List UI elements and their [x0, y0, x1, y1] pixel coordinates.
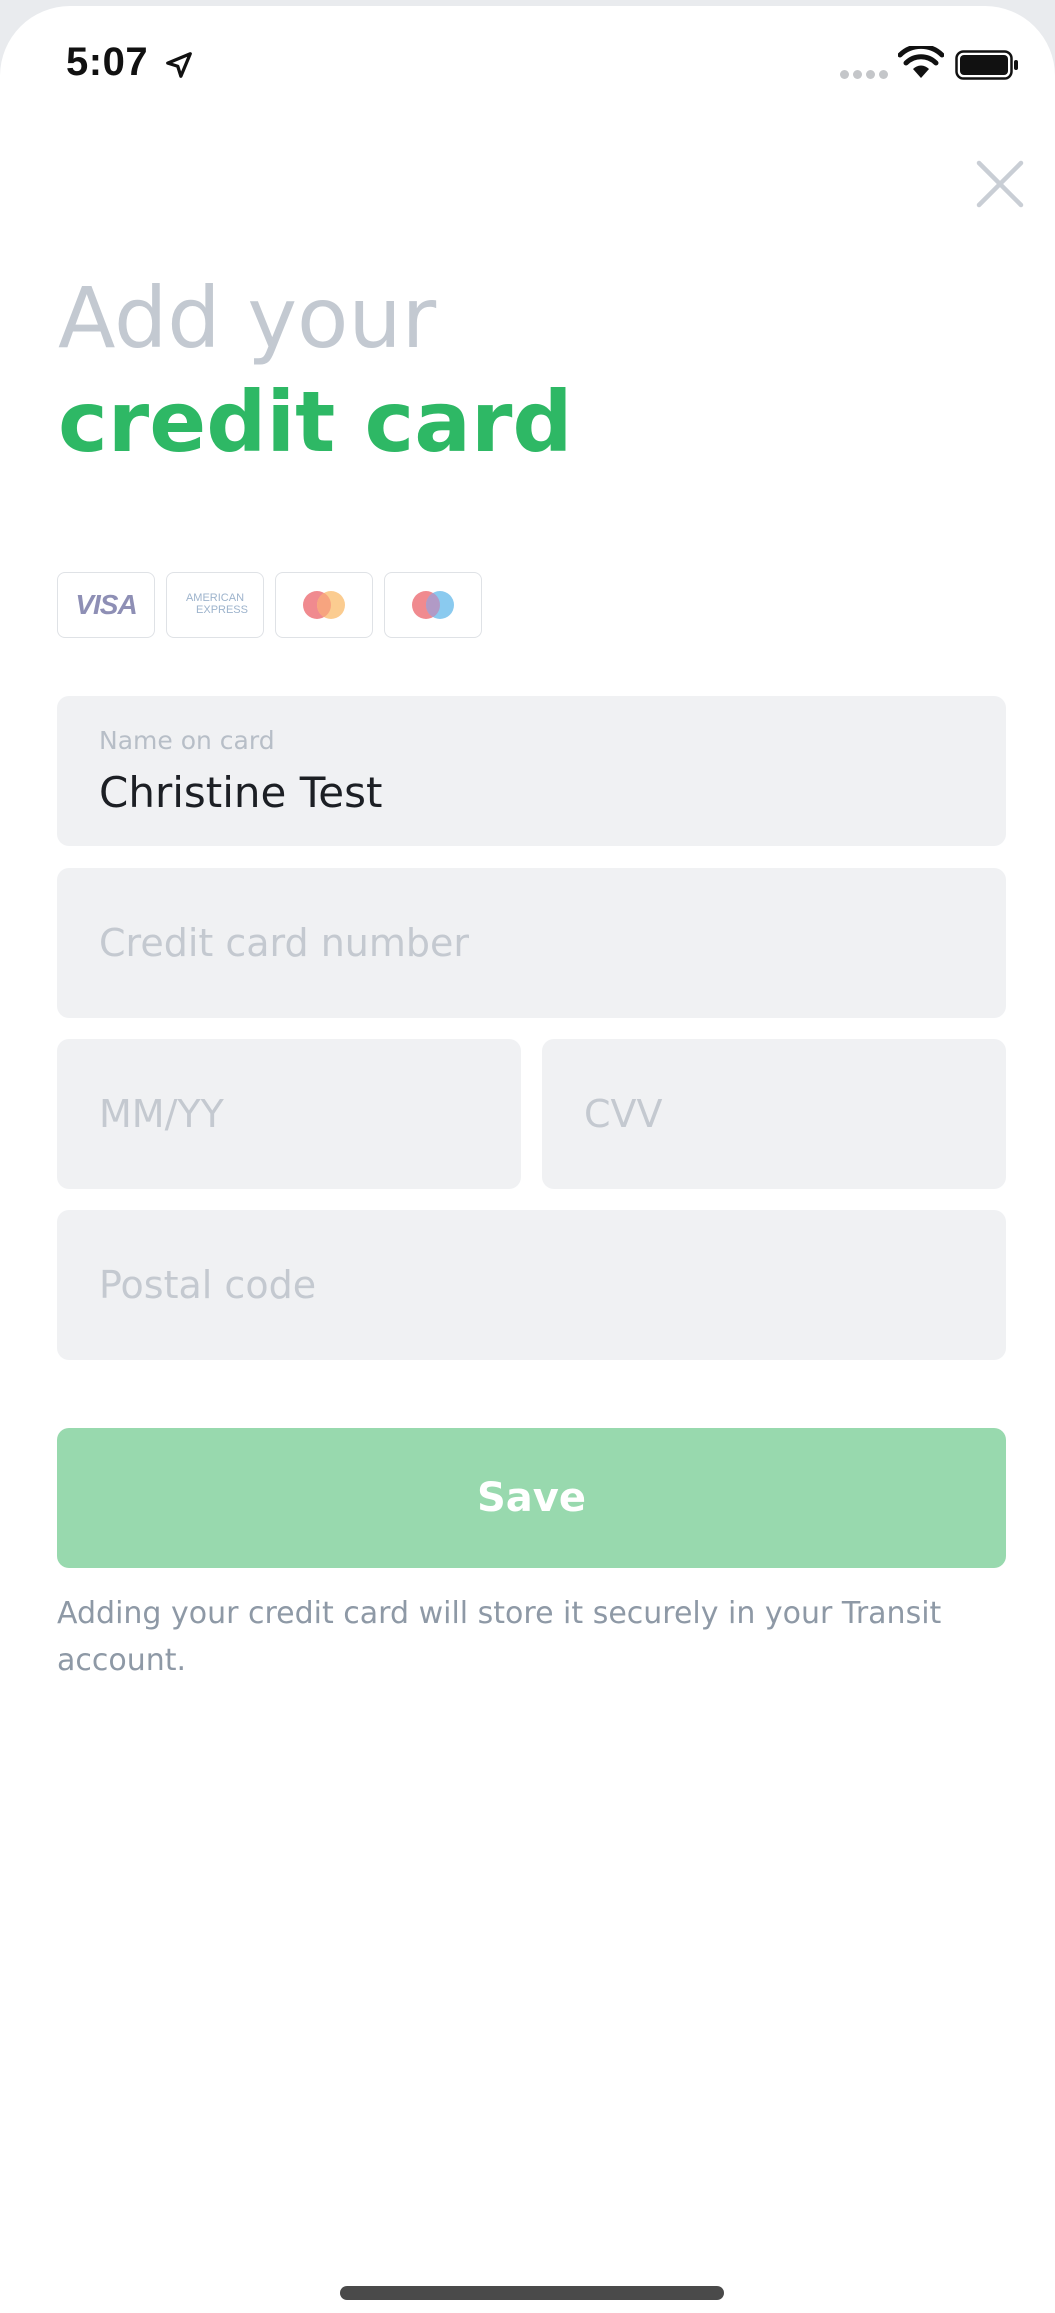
visa-logo-text: VISA — [75, 589, 137, 620]
close-icon[interactable] — [974, 158, 1026, 210]
expiry-field[interactable]: MM/YY — [57, 1039, 521, 1189]
battery-icon — [955, 50, 1018, 80]
visa-logo: VISA — [57, 572, 155, 638]
postal-code-field[interactable]: Postal code — [57, 1210, 1006, 1360]
maestro-logo — [384, 572, 482, 638]
amex-logo: AMERICAN EXPRESS — [166, 572, 264, 638]
wifi-icon — [898, 46, 944, 78]
accepted-cards: VISA AMERICAN EXPRESS — [57, 572, 482, 638]
cvv-placeholder: CVV — [584, 1092, 663, 1136]
name-on-card-value: Christine Test — [99, 768, 383, 817]
heading-line-1: Add your — [58, 269, 437, 367]
home-indicator[interactable] — [340, 2286, 724, 2300]
save-button-label: Save — [476, 1475, 586, 1521]
save-button[interactable]: Save — [57, 1428, 1006, 1568]
mastercard-logo — [275, 572, 373, 638]
app-screen: 5:07 Add your credit card VISA AMERICAN … — [0, 6, 1055, 2313]
postal-code-placeholder: Postal code — [99, 1263, 317, 1307]
cvv-field[interactable]: CVV — [542, 1039, 1006, 1189]
expiry-placeholder: MM/YY — [99, 1092, 224, 1136]
heading-line-2: credit card — [58, 373, 573, 471]
secure-storage-note: Adding your credit card will store it se… — [57, 1596, 942, 1678]
cellular-signal-icon — [840, 70, 888, 79]
name-on-card-field[interactable]: Name on card Christine Test — [57, 696, 1006, 846]
name-on-card-label: Name on card — [99, 726, 275, 755]
card-number-field[interactable]: Credit card number — [57, 868, 1006, 1018]
card-number-placeholder: Credit card number — [99, 921, 469, 965]
location-arrow-icon — [166, 52, 192, 78]
amex-logo-line-2: EXPRESS — [196, 604, 248, 616]
status-time: 5:07 — [66, 40, 149, 84]
